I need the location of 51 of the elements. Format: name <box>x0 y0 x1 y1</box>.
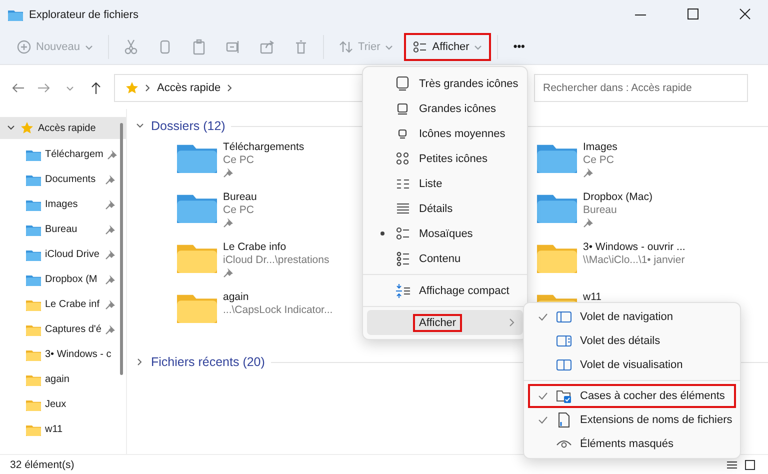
folder-location: Ce PC <box>223 204 255 217</box>
sidebar-item[interactable]: Bureau <box>0 217 126 242</box>
menu-item[interactable]: Volet de visualisation <box>528 353 736 377</box>
sidebar-item[interactable]: Captures d'é <box>0 317 126 342</box>
menu-item[interactable]: Afficher <box>367 310 523 335</box>
sidebar-item[interactable]: iCloud Drive <box>0 242 126 267</box>
folder-location: iCloud Dr...\prestations <box>223 254 330 267</box>
item-count: 32 élément(s) <box>10 458 74 470</box>
folder-name[interactable]: Le Crabe info <box>223 241 330 254</box>
sidebar-item[interactable]: 3• Windows - c <box>0 342 126 367</box>
menu-item[interactable]: Volet des détails <box>528 329 736 353</box>
menu-item[interactable]: Affichage compact <box>367 278 523 303</box>
menu-item[interactable]: Extensions de noms de fichiers <box>528 408 736 432</box>
folder-location: Bureau <box>583 204 618 217</box>
sidebar-item[interactable]: Le Crabe inf <box>0 292 126 317</box>
menu-item[interactable]: Mosaïques <box>367 221 523 246</box>
section-title[interactable]: Dossiers (12) <box>151 119 226 133</box>
menu-item[interactable]: Petites icônes <box>367 146 523 171</box>
folder-location: Ce PC <box>223 154 255 167</box>
sidebar-item[interactable]: Téléchargem <box>0 142 126 167</box>
menu-item[interactable]: Détails <box>367 196 523 221</box>
menu-item[interactable]: Contenu <box>367 246 523 271</box>
view-button[interactable]: Afficher <box>404 33 492 61</box>
folder-location: ...\CapsLock Indicator... <box>223 304 333 317</box>
folder-name[interactable]: Bureau <box>223 191 257 204</box>
sidebar-item[interactable]: Documents <box>0 167 126 192</box>
menu-item[interactable]: Volet de navigation <box>528 305 736 329</box>
sidebar-item[interactable]: Accès rapide <box>0 117 126 139</box>
menu-item[interactable]: Éléments masqués <box>528 432 736 456</box>
folder-name[interactable]: Images <box>583 141 618 154</box>
folder-name[interactable]: w11 <box>583 291 602 304</box>
menu-item[interactable]: Icônes moyennes <box>367 121 523 146</box>
sidebar-item[interactable]: Jeux <box>0 392 126 417</box>
sidebar-item[interactable]: w11 <box>0 417 126 442</box>
sidebar-item[interactable]: again <box>0 367 126 392</box>
sidebar-item[interactable]: Images <box>0 192 126 217</box>
window-title: Explorateur de fichiers <box>29 9 140 21</box>
folder-location: \\Mac\iClo...\1• janvier <box>583 254 686 267</box>
folder-name[interactable]: Téléchargements <box>223 141 304 154</box>
more-button[interactable]: ••• <box>504 33 534 61</box>
folder-name[interactable]: 3• Windows - ouvrir ... <box>583 241 686 254</box>
menu-item[interactable]: Liste <box>367 171 523 196</box>
menu-item[interactable]: Cases à cocher des éléments <box>528 384 736 408</box>
folder-name[interactable]: again <box>223 291 333 304</box>
sidebar-item[interactable]: Dropbox (M <box>0 267 126 292</box>
breadcrumb[interactable]: Accès rapide <box>157 82 221 94</box>
section-title[interactable]: Fichiers récents (20) <box>151 355 265 369</box>
folder-name[interactable]: Dropbox (Mac) <box>583 191 652 204</box>
folder-location: Ce PC <box>583 154 615 167</box>
search-field[interactable]: Rechercher dans : Accès rapide <box>534 74 748 102</box>
menu-item[interactable]: Très grandes icônes <box>367 71 523 96</box>
